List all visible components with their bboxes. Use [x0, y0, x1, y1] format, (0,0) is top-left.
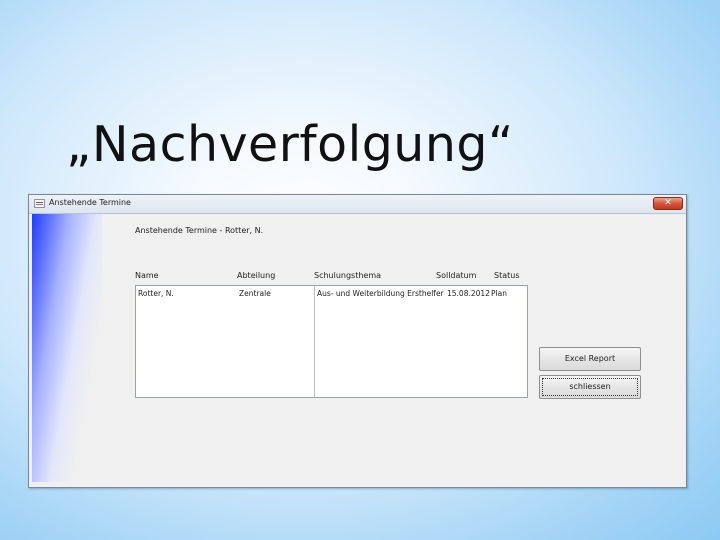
- column-header-status: Status: [494, 271, 520, 280]
- column-header-abteilung: Abteilung: [237, 271, 276, 280]
- column-header-name: Name: [135, 271, 159, 280]
- window-title: Anstehende Termine: [49, 198, 131, 207]
- dialog-window: Anstehende Termine ✕ Anstehende Termine …: [28, 194, 687, 488]
- excel-report-button[interactable]: Excel Report: [539, 347, 641, 371]
- list-divider: [314, 286, 315, 397]
- column-header-solldatum: Solldatum: [436, 271, 477, 280]
- cell-solldatum: 15.08.2012: [447, 289, 490, 298]
- termine-list[interactable]: Rotter, N. Zentrale Aus- und Weiterbildu…: [135, 285, 528, 398]
- decorative-sidebar: [32, 214, 102, 482]
- cell-status: Plan: [491, 289, 507, 298]
- cell-name: Rotter, N.: [138, 289, 174, 298]
- form-icon: [34, 199, 45, 208]
- cell-schulungsthema: Aus- und Weiterbildung Ersthelfer: [317, 289, 444, 298]
- schliessen-button[interactable]: schliessen: [539, 375, 641, 399]
- window-titlebar[interactable]: Anstehende Termine ✕: [29, 195, 686, 214]
- close-window-button[interactable]: ✕: [653, 197, 683, 210]
- cell-abteilung: Zentrale: [239, 289, 271, 298]
- form-heading: Anstehende Termine - Rotter, N.: [135, 226, 264, 235]
- slide-title: „Nachverfolgung“: [66, 116, 514, 173]
- column-header-schulungsthema: Schulungsthema: [314, 271, 382, 280]
